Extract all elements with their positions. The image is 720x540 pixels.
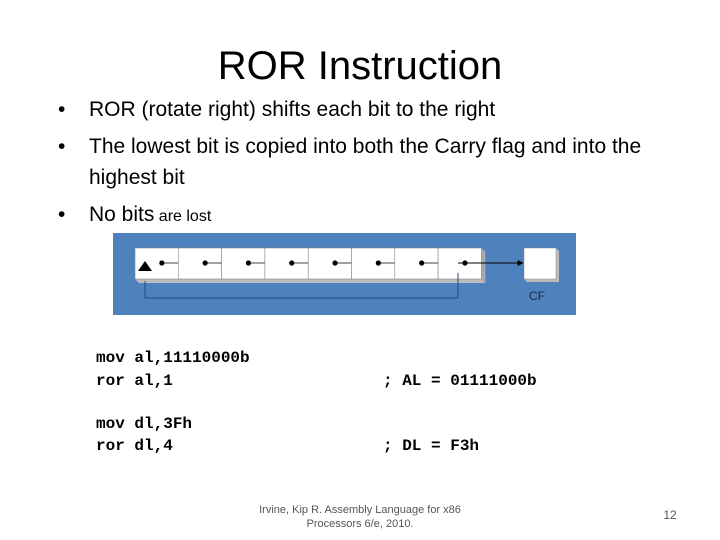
page-number: 12: [663, 508, 677, 522]
carry-flag-label: CF: [529, 289, 545, 303]
register: [134, 247, 486, 283]
bullet-item: • ROR (rotate right) shifts each bit to …: [58, 94, 678, 125]
bullet-icon: •: [58, 98, 66, 121]
bit-cell: [221, 247, 266, 280]
bullet-item: • No bits are lost: [58, 199, 678, 232]
register-shadow: [481, 248, 486, 283]
bullet-text-suffix: are lost: [154, 208, 212, 225]
code-line: mov dl,3Fh: [96, 415, 193, 433]
bit-cell: [394, 247, 439, 280]
code-line: ror dl,4: [96, 437, 173, 455]
bit-cell: [351, 247, 396, 280]
bullet-text: ROR (rotate right) shifts each bit to th…: [89, 98, 496, 121]
citation-line: Irvine, Kip R. Assembly Language for x86: [259, 504, 461, 516]
bullet-list: • ROR (rotate right) shifts each bit to …: [58, 94, 678, 238]
citation-line: Processors 6/e, 2010.: [306, 518, 414, 530]
bit-cell: [307, 247, 352, 280]
bit-cell: [134, 247, 179, 280]
bullet-item: • The lowest bit is copied into both the…: [58, 131, 678, 193]
bit-cell: [264, 247, 309, 280]
bullet-icon: •: [58, 135, 66, 158]
code-comment: ; DL = F3h: [383, 437, 480, 455]
carry-flag-box: [523, 247, 559, 282]
bit-cell: [178, 247, 222, 280]
slide-title: ROR Instruction: [217, 44, 503, 88]
code-line: ror al,1: [96, 372, 173, 390]
code-line: mov al,11110000b: [96, 349, 250, 367]
bullet-icon: •: [58, 203, 66, 226]
code-comment: ; AL = 01111000b: [383, 372, 537, 390]
register-shadow: [135, 279, 486, 283]
ror-diagram: CF: [113, 233, 576, 315]
citation-footer: Irvine, Kip R. Assembly Language for x86…: [250, 503, 470, 531]
bullet-text: No bits: [89, 203, 155, 226]
bullet-text: The lowest bit is copied into both the C…: [89, 135, 642, 189]
